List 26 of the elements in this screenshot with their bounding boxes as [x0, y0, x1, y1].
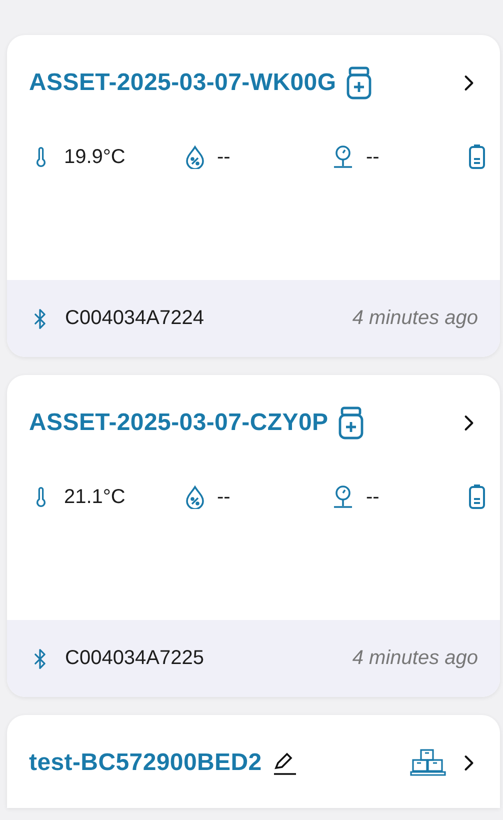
asset-card[interactable]: ASSET-2025-03-07-CZY0P 21.1°C -- -- C004034A7225 4 minutes ago: [7, 375, 500, 697]
sensor-value: 21.1°C: [64, 486, 126, 508]
device-id: C004034A7224: [65, 307, 204, 330]
sensor-value: 19.9°C: [64, 146, 126, 168]
edit-pencil-icon[interactable]: [272, 750, 298, 776]
device-id: C004034A7225: [65, 647, 204, 670]
pallet-boxes-icon: [410, 748, 446, 778]
group-title: test-BC572900BED2: [29, 749, 262, 777]
asset-title: ASSET-2025-03-07-CZY0P: [29, 409, 328, 437]
sensor-value: --: [366, 486, 380, 508]
humidity-drop-icon: [185, 145, 205, 169]
group-card[interactable]: test-BC572900BED2: [7, 715, 500, 808]
last-updated: 4 minutes ago: [352, 647, 478, 670]
pressure-gauge-icon: [332, 145, 354, 169]
sensor-value: --: [217, 486, 230, 508]
asset-title: ASSET-2025-03-07-WK00G: [29, 69, 336, 97]
asset-card[interactable]: ASSET-2025-03-07-WK00G 19.9°C -- -- C004034A7224 4 minutes ago: [7, 35, 500, 357]
sensor-value: --: [217, 146, 230, 168]
medicine-bottle-icon: [346, 66, 372, 100]
medicine-bottle-icon: [338, 406, 364, 440]
battery-icon: [468, 484, 486, 510]
battery-icon: [468, 144, 486, 170]
pressure-gauge-icon: [332, 485, 354, 509]
last-updated: 4 minutes ago: [352, 307, 478, 330]
humidity-drop-icon: [185, 485, 205, 509]
sensor-value: --: [366, 146, 380, 168]
